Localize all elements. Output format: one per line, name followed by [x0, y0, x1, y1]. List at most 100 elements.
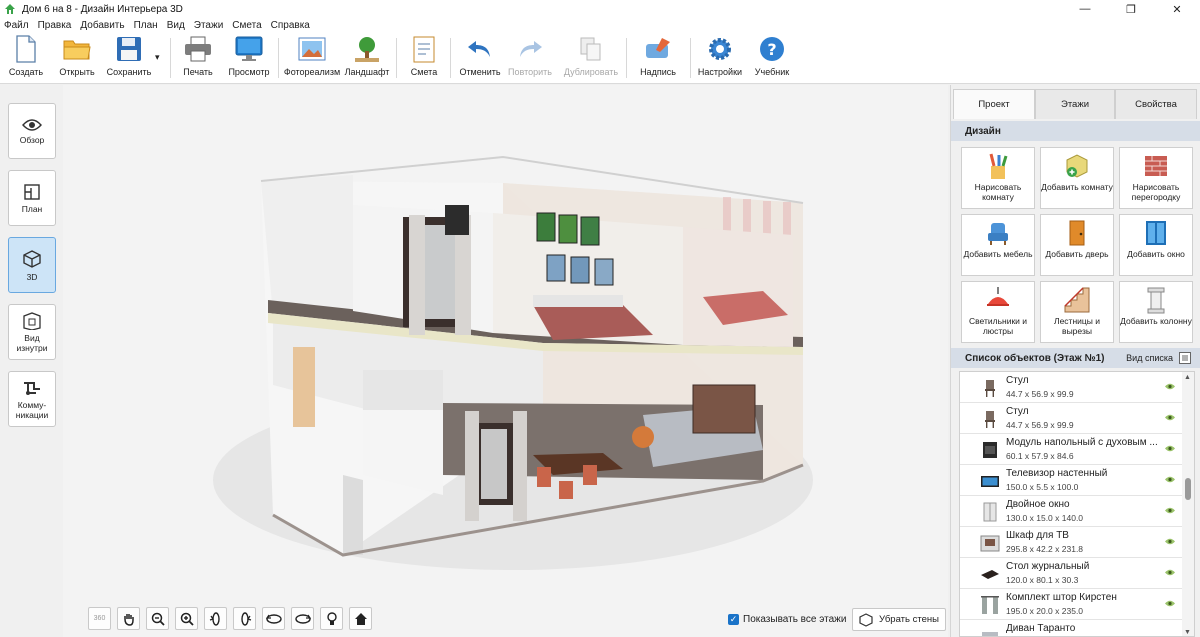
tilt-down-icon	[294, 613, 311, 624]
menu-edit[interactable]: Правка	[38, 20, 72, 31]
checkbox-checked-icon[interactable]: ✓	[728, 614, 739, 625]
show-all-floors-toggle[interactable]: ✓ Показывать все этажи	[728, 614, 846, 625]
duplicate-button[interactable]: Дублировать	[562, 35, 620, 83]
preview-label: Просмотр	[228, 67, 270, 77]
text-label-button[interactable]: Надпись	[638, 35, 678, 83]
visibility-eye-icon[interactable]	[1164, 475, 1176, 484]
list-item[interactable]: Комплект штор Кирстен 195.0 x 20.0 x 235…	[960, 589, 1182, 620]
list-item[interactable]: Модуль напольный с духовым ... 60.1 x 57…	[960, 434, 1182, 465]
undo-button[interactable]: Отменить	[458, 35, 502, 83]
scroll-up-icon[interactable]: ▲	[1184, 374, 1191, 381]
add-stairs-button[interactable]: Лестницы и вырезы	[1040, 281, 1114, 343]
draw-room-button[interactable]: Нарисовать комнату	[961, 147, 1035, 209]
add-lights-button[interactable]: Светильники и люстры	[961, 281, 1035, 343]
add-window-label: Добавить окно	[1127, 249, 1185, 259]
tilt-up-button[interactable]	[262, 607, 285, 630]
list-item[interactable]: Диван Таранто	[960, 620, 1182, 636]
tab-project[interactable]: Проект	[953, 89, 1035, 119]
settings-button[interactable]: Настройки	[696, 35, 744, 83]
add-column-button[interactable]: Добавить колонну	[1119, 281, 1193, 343]
create-label: Создать	[8, 67, 44, 77]
maximize-button[interactable]: ❐	[1108, 0, 1154, 18]
minimize-button[interactable]: —	[1062, 0, 1108, 18]
orbit-360-button[interactable]: 360	[88, 607, 111, 630]
close-button[interactable]: ✕	[1154, 0, 1200, 18]
pipes-icon	[24, 381, 40, 395]
add-window-button[interactable]: Добавить окно	[1119, 214, 1193, 276]
view-3d-button[interactable]: 3D	[8, 237, 56, 293]
column-icon	[1147, 287, 1165, 314]
view-overview-button[interactable]: Обзор	[8, 103, 56, 159]
list-item[interactable]: Стол журнальный 120.0 x 80.1 x 30.3	[960, 558, 1182, 589]
menu-help[interactable]: Справка	[271, 20, 310, 31]
save-dropdown-arrow[interactable]: ▾	[155, 52, 160, 63]
object-list-scrollbar[interactable]: ▲ ▼	[1182, 372, 1194, 636]
menu-floors[interactable]: Этажи	[194, 20, 224, 31]
list-view-icon	[1179, 352, 1191, 364]
list-item[interactable]: Стул 44.7 x 56.9 x 99.9	[960, 403, 1182, 434]
save-button[interactable]: Сохранить	[104, 35, 154, 83]
visibility-eye-icon[interactable]	[1164, 413, 1176, 422]
view-inside-button[interactable]: Вид изнутри	[8, 304, 56, 360]
home-view-button[interactable]	[349, 607, 372, 630]
estimate-button[interactable]: Смета	[404, 35, 444, 83]
visibility-eye-icon[interactable]	[1164, 444, 1176, 453]
rotate-left-button[interactable]	[204, 607, 227, 630]
zoom-in-button[interactable]	[175, 607, 198, 630]
visibility-eye-icon[interactable]	[1164, 382, 1176, 391]
remove-walls-button[interactable]: Убрать стены	[852, 608, 946, 631]
pan-button[interactable]	[117, 607, 140, 630]
scroll-down-icon[interactable]: ▼	[1184, 629, 1191, 636]
objects-header-label: Список объектов (Этаж №1)	[965, 352, 1105, 364]
object-name: Телевизор настенный	[1006, 468, 1108, 479]
visibility-eye-icon[interactable]	[1164, 568, 1176, 577]
armchair-icon	[988, 223, 1008, 245]
view-list-button[interactable]: Вид списка	[1126, 352, 1191, 364]
view-communications-button[interactable]: Комму-никации	[8, 371, 56, 427]
add-door-button[interactable]: Добавить дверь	[1040, 214, 1114, 276]
list-item[interactable]: Телевизор настенный 150.0 x 5.5 x 100.0	[960, 465, 1182, 496]
menu-file[interactable]: Файл	[4, 20, 29, 31]
lighting-button[interactable]	[320, 607, 343, 630]
3d-viewport[interactable]	[63, 85, 948, 637]
tutorial-button[interactable]: ? Учебник	[752, 35, 792, 83]
sofa-icon	[982, 632, 998, 636]
create-button[interactable]: Создать	[6, 35, 46, 83]
draw-partition-label: Нарисовать перегородку	[1131, 182, 1181, 202]
view-plan-button[interactable]: План	[8, 170, 56, 226]
house-3d-model[interactable]	[63, 85, 948, 637]
menu-view[interactable]: Вид	[167, 20, 185, 31]
add-furniture-button[interactable]: Добавить мебель	[961, 214, 1035, 276]
landscape-button[interactable]: Ландшафт	[344, 35, 390, 83]
list-item[interactable]: Шкаф для ТВ 295.8 x 42.2 x 231.8	[960, 527, 1182, 558]
add-stairs-label: Лестницы и вырезы	[1054, 316, 1100, 336]
menu-add[interactable]: Добавить	[80, 20, 124, 31]
photorealism-button[interactable]: Фотореализм	[284, 35, 340, 83]
scrollbar-thumb[interactable]	[1185, 478, 1191, 500]
list-item[interactable]: Двойное окно 130.0 x 15.0 x 140.0	[960, 496, 1182, 527]
tab-floors[interactable]: Этажи	[1035, 89, 1115, 119]
rotate-right-button[interactable]	[233, 607, 256, 630]
list-item[interactable]: Стул 44.7 x 56.9 x 99.9	[960, 372, 1182, 403]
view-communications-label: Комму-никации	[15, 399, 49, 420]
add-room-button[interactable]: Добавить комнату	[1040, 147, 1114, 209]
menu-plan[interactable]: План	[134, 20, 158, 31]
draw-partition-button[interactable]: Нарисовать перегородку	[1119, 147, 1193, 209]
open-button[interactable]: Открыть	[56, 35, 98, 83]
visibility-eye-icon[interactable]	[1164, 599, 1176, 608]
preview-button[interactable]: Просмотр	[226, 35, 272, 83]
zoom-out-button[interactable]	[146, 607, 169, 630]
redo-button[interactable]: Повторить	[506, 35, 554, 83]
menu-bar: Файл Правка Добавить План Вид Этажи Смет…	[0, 18, 1200, 32]
tab-properties[interactable]: Свойства	[1115, 89, 1197, 119]
print-button[interactable]: Печать	[180, 35, 216, 83]
visibility-eye-icon[interactable]	[1164, 537, 1176, 546]
duplicate-label: Дублировать	[563, 67, 619, 77]
tv-cabinet-icon	[980, 535, 1000, 552]
visibility-eye-icon[interactable]	[1164, 506, 1176, 515]
object-dims: 120.0 x 80.1 x 30.3	[1006, 575, 1079, 585]
tilt-down-button[interactable]	[291, 607, 314, 630]
tilt-up-icon	[265, 613, 282, 624]
add-furniture-label: Добавить мебель	[963, 249, 1033, 259]
menu-estimate[interactable]: Смета	[232, 20, 261, 31]
